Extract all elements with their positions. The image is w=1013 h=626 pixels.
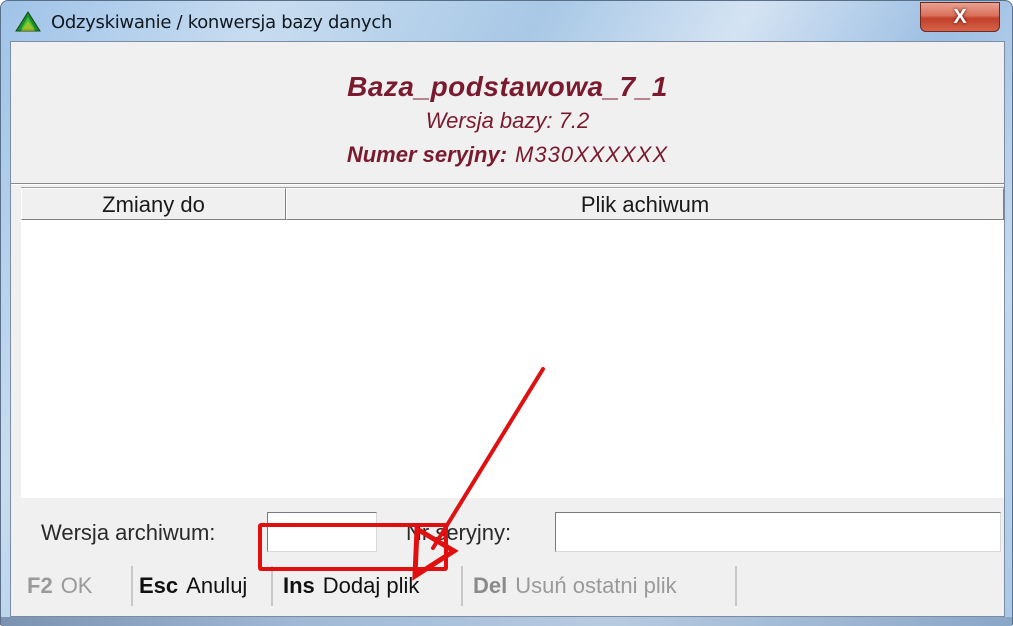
key-del: Del: [473, 573, 508, 598]
ok-button[interactable]: F2 OK: [21, 566, 133, 606]
add-file-label: Dodaj plik: [322, 573, 420, 598]
serial-label: Numer seryjny:: [346, 142, 508, 167]
cancel-button[interactable]: Esc Anuluj: [133, 566, 273, 606]
dialog-client-area: Baza_podstawowa_7_1 Wersja bazy: 7.2 Num…: [10, 41, 1005, 617]
database-info: Baza_podstawowa_7_1 Wersja bazy: 7.2 Num…: [11, 42, 1004, 182]
database-version: Wersja bazy: 7.2: [425, 108, 590, 133]
cancel-label: Anuluj: [186, 573, 248, 598]
annotation-highlight-box: [258, 523, 448, 571]
app-tree-icon: [15, 11, 41, 32]
add-file-button[interactable]: Ins Dodaj plik: [277, 566, 463, 606]
title-bar[interactable]: Odzyskiwanie / konwersja bazy danych X: [1, 1, 1012, 41]
archive-version-label: Wersja archiwum:: [41, 520, 216, 545]
remove-last-file-button[interactable]: Del Usuń ostatni plik: [467, 566, 737, 606]
dialog-window: Odzyskiwanie / konwersja bazy danych X B…: [0, 0, 1013, 626]
archive-fields: Wersja archiwum: Nr seryjny:: [11, 505, 1004, 557]
window-title: Odzyskiwanie / konwersja bazy danych: [51, 12, 393, 33]
column-header-changes-to[interactable]: Zmiany do: [21, 188, 286, 220]
database-serial: Numer seryjny: M330XXXXXX: [11, 142, 1004, 168]
serial-value: M330XXXXXX: [515, 142, 669, 167]
table-body[interactable]: [21, 222, 1004, 498]
close-button[interactable]: X: [920, 2, 1000, 32]
key-ins: Ins: [283, 573, 315, 598]
key-f2: F2: [27, 573, 53, 598]
ok-label: OK: [60, 573, 93, 598]
archive-serial-input[interactable]: [555, 512, 1001, 552]
function-key-bar: F2 OK Esc Anuluj Ins Dodaj plik Del Usuń ost…: [21, 566, 1001, 606]
column-header-archive-file[interactable]: Plik achiwum: [286, 188, 1004, 220]
archive-table[interactable]: Zmiany do Plik achiwum: [21, 187, 1004, 498]
table-header: Zmiany do Plik achiwum: [21, 188, 1004, 222]
key-esc: Esc: [139, 573, 179, 598]
header-divider: [11, 183, 1004, 185]
remove-last-file-label: Usuń ostatni plik: [515, 573, 677, 598]
database-name: Baza_podstawowa_7_1: [347, 71, 668, 102]
